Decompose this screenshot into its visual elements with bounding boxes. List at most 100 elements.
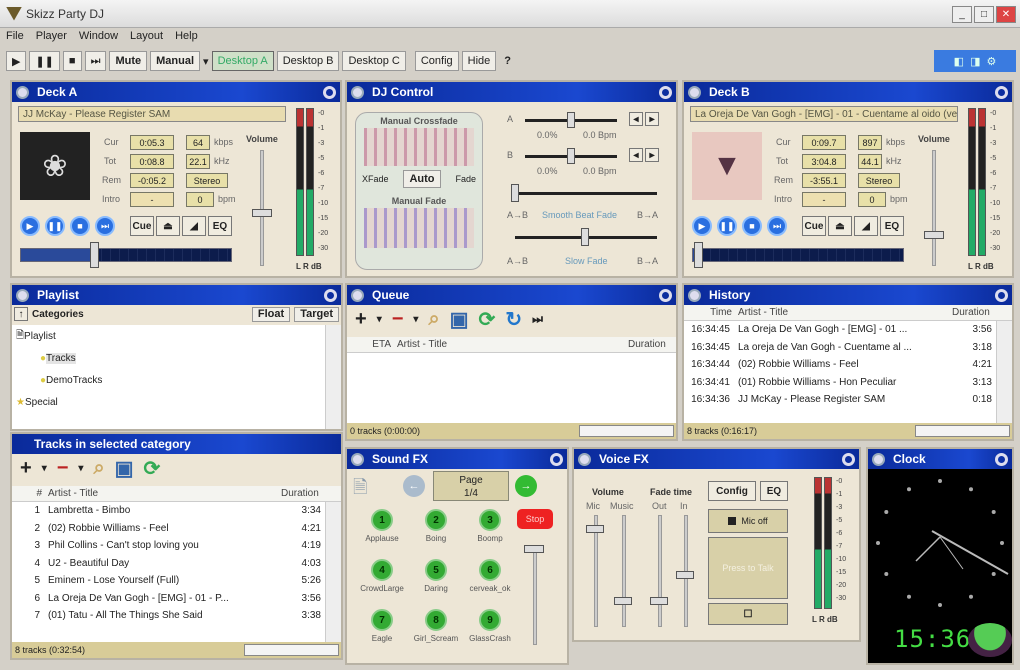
- next-icon[interactable]: ⏭: [95, 216, 115, 236]
- chevron-down-icon[interactable]: ▾: [78, 463, 83, 474]
- list-item[interactable]: 16:34:41 (01) Robbie Williams - Hon Pecul…: [684, 374, 1012, 392]
- panel-menu-icon[interactable]: [578, 452, 591, 466]
- tab-desktop-c[interactable]: Desktop C: [342, 51, 406, 71]
- tab-desktop-a[interactable]: Desktop A: [211, 51, 274, 71]
- float-button[interactable]: Float: [251, 306, 291, 322]
- pause-button[interactable]: ❚❚: [29, 51, 60, 71]
- search-icon[interactable]: ⌕: [428, 308, 439, 331]
- panel-settings-icon[interactable]: [550, 452, 563, 466]
- slow-a-to-b-button[interactable]: A→B: [507, 256, 528, 266]
- chevron-down-icon[interactable]: ▾: [413, 314, 418, 325]
- close-button[interactable]: ✕: [996, 6, 1016, 23]
- list-item[interactable]: 16:34:45 La Oreja De Van Gogh - [EMG] - 0…: [684, 321, 1012, 339]
- pause-icon[interactable]: ❚❚: [45, 216, 65, 236]
- stop-icon[interactable]: ■: [742, 216, 762, 236]
- col-header-title[interactable]: Artist - Title: [48, 488, 281, 499]
- mic-off-button[interactable]: Mic off: [708, 509, 788, 533]
- press-to-talk-button[interactable]: Press to Talk: [708, 537, 788, 599]
- fx-pad-button[interactable]: 8: [425, 609, 447, 631]
- crossfade-curve[interactable]: [364, 128, 474, 166]
- search-icon[interactable]: ⌕: [93, 457, 104, 480]
- panel-menu-icon[interactable]: [16, 85, 29, 99]
- panel-menu-icon[interactable]: [16, 288, 29, 302]
- play-button[interactable]: ▶: [6, 51, 27, 71]
- hide-button[interactable]: Hide: [461, 51, 497, 71]
- seek-bar[interactable]: [20, 248, 232, 262]
- list-item[interactable]: 5 Eminem - Lose Yourself (Full) 5:26: [12, 572, 341, 590]
- play-icon[interactable]: ▶: [692, 216, 712, 236]
- save-icon[interactable]: ▣: [115, 456, 134, 481]
- list-item[interactable]: 2 (02) Robbie Williams - Feel 4:21: [12, 520, 341, 538]
- smooth-b-to-a-button[interactable]: B→A: [637, 210, 658, 220]
- fx-pad-button[interactable]: 4: [371, 559, 393, 581]
- smooth-a-to-b-button[interactable]: A→B: [507, 210, 528, 220]
- slow-fade-knob[interactable]: [581, 228, 589, 246]
- auto-button[interactable]: Auto: [403, 170, 441, 188]
- music-volume-knob[interactable]: [614, 597, 632, 605]
- fade-in-knob[interactable]: [676, 571, 694, 579]
- pause-icon[interactable]: ❚❚: [717, 216, 737, 236]
- volume-slider[interactable]: [260, 150, 264, 266]
- pitch-a-down-button[interactable]: ◂: [629, 112, 643, 126]
- fx-pad-button[interactable]: 1: [371, 509, 393, 531]
- smooth-fade-slider[interactable]: [515, 192, 657, 195]
- seek-handle[interactable]: [90, 242, 100, 268]
- scrollbar[interactable]: [996, 321, 1012, 423]
- panel-settings-icon[interactable]: [659, 85, 672, 99]
- prev-page-icon[interactable]: ←: [403, 475, 425, 497]
- eject-icon[interactable]: ⏏: [156, 216, 180, 236]
- col-header-eta[interactable]: ETA: [347, 339, 397, 350]
- refresh-icon[interactable]: ⟳: [479, 307, 496, 332]
- add-icon[interactable]: +: [355, 308, 367, 331]
- pitch-a-knob[interactable]: [567, 112, 575, 128]
- next-icon[interactable]: ⏭: [767, 216, 787, 236]
- menu-layout[interactable]: Layout: [130, 30, 163, 42]
- pitch-b-up-button[interactable]: ▸: [645, 148, 659, 162]
- pitch-ramp-icon[interactable]: ◢: [182, 216, 206, 236]
- refresh-icon[interactable]: ⟳: [144, 456, 161, 481]
- repeat-icon[interactable]: ↻: [505, 307, 522, 332]
- fx-pad-button[interactable]: 5: [425, 559, 447, 581]
- dock-icon[interactable]: ◧: [954, 55, 964, 68]
- scrollbar[interactable]: [325, 325, 341, 429]
- cue-button[interactable]: Cue: [802, 216, 826, 236]
- seek-handle[interactable]: [694, 242, 704, 268]
- tab-desktop-b[interactable]: Desktop B: [276, 51, 340, 71]
- col-header-time[interactable]: Time: [684, 307, 738, 318]
- panel-menu-icon[interactable]: [351, 85, 364, 99]
- stop-fx-button[interactable]: Stop: [517, 509, 553, 529]
- dock-icon[interactable]: ◨: [970, 55, 980, 68]
- volume-knob[interactable]: [252, 209, 272, 218]
- list-item[interactable]: 4 U2 - Beautiful Day 4:03: [12, 555, 341, 573]
- stop-icon[interactable]: ■: [70, 216, 90, 236]
- volume-knob[interactable]: [924, 231, 944, 239]
- dock-icon[interactable]: ⚙: [986, 55, 996, 68]
- add-icon[interactable]: +: [20, 457, 32, 480]
- list-item[interactable]: 7 (01) Tatu - All The Things She Said 3:38: [12, 607, 341, 625]
- col-header-duration[interactable]: Duration: [281, 488, 341, 499]
- chevron-down-icon[interactable]: ▾: [42, 463, 47, 474]
- menu-player[interactable]: Player: [36, 30, 67, 42]
- scrollbar[interactable]: [325, 502, 341, 642]
- music-volume-slider[interactable]: [622, 515, 626, 627]
- mode-select[interactable]: Manual: [150, 51, 201, 71]
- fade-out-slider[interactable]: [658, 515, 662, 627]
- save-icon[interactable]: ▣: [450, 307, 469, 332]
- help-button[interactable]: ?: [499, 51, 516, 71]
- mic-volume-knob[interactable]: [586, 525, 604, 533]
- mute-button[interactable]: Mute: [109, 51, 148, 71]
- panel-menu-icon[interactable]: [688, 85, 701, 99]
- tree-item-playlist[interactable]: 🗎 Playlist: [12, 325, 341, 347]
- pitch-b-knob[interactable]: [567, 148, 575, 164]
- fx-volume-knob[interactable]: [524, 545, 544, 553]
- list-item[interactable]: 16:34:44 (02) Robbie Williams - Feel 4:21: [684, 356, 1012, 374]
- remove-icon[interactable]: −: [392, 308, 404, 331]
- panel-settings-icon[interactable]: [659, 288, 672, 302]
- fade-out-knob[interactable]: [650, 597, 668, 605]
- minimize-button[interactable]: _: [952, 6, 972, 23]
- fx-pad-button[interactable]: 2: [425, 509, 447, 531]
- fade-curve[interactable]: [364, 208, 474, 248]
- next-page-icon[interactable]: →: [515, 475, 537, 497]
- next-button[interactable]: ⏭: [84, 51, 107, 71]
- panel-menu-icon[interactable]: [872, 452, 885, 466]
